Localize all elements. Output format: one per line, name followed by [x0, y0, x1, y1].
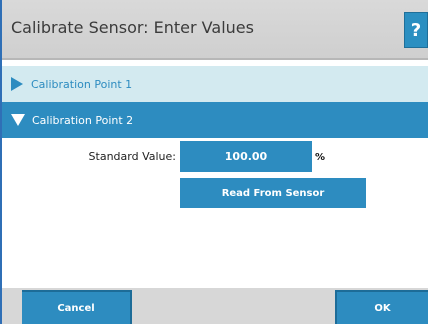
read-from-sensor-button[interactable]: Read From Sensor — [180, 178, 366, 208]
expand-arrow-icon — [11, 77, 23, 91]
collapse-arrow-icon — [11, 114, 25, 126]
cancel-button[interactable]: Cancel — [22, 290, 132, 324]
accordion-calibration-point-2[interactable]: Calibration Point 2 — [2, 102, 428, 138]
standard-value-label: Standard Value: — [88, 150, 176, 163]
ok-button[interactable]: OK — [335, 290, 428, 324]
page-title: Calibrate Sensor: Enter Values — [11, 18, 254, 37]
accordion-label: Calibration Point 2 — [32, 113, 134, 127]
help-button[interactable]: ? — [404, 12, 428, 48]
title-bar: Calibrate Sensor: Enter Values ? — [2, 0, 428, 60]
accordion-calibration-point-1[interactable]: Calibration Point 1 — [2, 66, 428, 102]
unit-label: % — [315, 152, 326, 163]
standard-value-input[interactable]: 100.00 — [180, 141, 312, 172]
accordion-label: Calibration Point 1 — [31, 77, 133, 91]
